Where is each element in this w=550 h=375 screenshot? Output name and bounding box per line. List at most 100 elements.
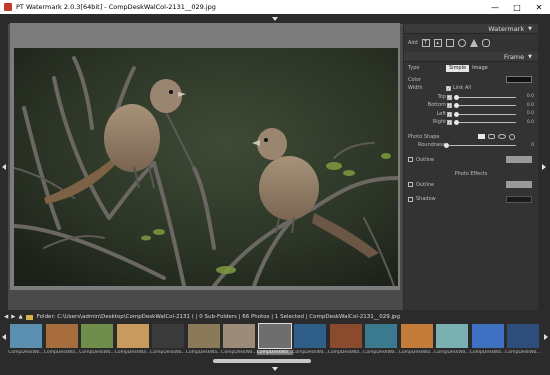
- side-label: Bottom: [427, 102, 446, 109]
- roundness-slider-track[interactable]: [448, 145, 516, 146]
- thumbnail-label: CompDeskWa...: [79, 350, 115, 355]
- roundness-value: 0: [531, 142, 534, 148]
- side-checkbox[interactable]: ✓: [447, 120, 452, 125]
- forward-arrow-icon[interactable]: ▶: [11, 314, 15, 320]
- folder-path-text: Folder: C:\Users\admin\Desktop\CompDeskW…: [36, 314, 400, 320]
- side-slider-track[interactable]: [456, 113, 516, 115]
- thumbnail[interactable]: [400, 324, 433, 348]
- thumbnail[interactable]: [223, 324, 255, 348]
- side-slider-knob[interactable]: [454, 120, 459, 125]
- thumbnail[interactable]: [471, 324, 504, 348]
- add-label: Add: [408, 40, 418, 46]
- side-checkbox[interactable]: ✓: [447, 111, 452, 117]
- shadow-color-swatch[interactable]: [506, 195, 532, 203]
- thumbnail[interactable]: [10, 324, 42, 348]
- side-value: 0.0: [526, 119, 534, 125]
- polygon-tool-icon[interactable]: [481, 39, 490, 47]
- thumbnail-label: CompDeskWa...: [398, 350, 435, 355]
- chevron-down-icon: ▼: [528, 53, 532, 60]
- birds-photo-image: [14, 48, 398, 286]
- add-tools-row: Add T ▴: [404, 34, 538, 52]
- back-arrow-icon[interactable]: ◀: [4, 314, 8, 320]
- shape-rect-icon[interactable]: [478, 134, 485, 140]
- pin-icon[interactable]: ▲: [18, 314, 22, 320]
- thumbnail[interactable]: [329, 324, 362, 348]
- type-row: Type Simple Image: [404, 64, 538, 73]
- side-slider-knob[interactable]: [454, 103, 459, 108]
- rect-tool-icon[interactable]: [445, 39, 454, 47]
- photo-effects-label: Photo Effects: [454, 171, 488, 178]
- close-icon[interactable]: ✕: [528, 0, 550, 14]
- minimize-icon[interactable]: —: [484, 0, 506, 14]
- thumbnail[interactable]: [81, 324, 113, 348]
- thumbnail[interactable]: [507, 324, 539, 348]
- chevron-down-icon: ▼: [528, 25, 532, 32]
- roundness-row: Roundness 0: [404, 141, 538, 150]
- shadow-checkbox[interactable]: [408, 196, 413, 202]
- properties-panel: Watermark ▼ Add T ▴ Frame ▼ Type Simple …: [404, 24, 538, 310]
- thumbnail-label: CompDeskWa...: [221, 350, 257, 355]
- thumbnail[interactable]: [116, 324, 149, 348]
- side-slider-track[interactable]: [456, 105, 516, 106]
- side-value: 0.0: [526, 111, 534, 117]
- maximize-icon[interactable]: □: [506, 0, 528, 14]
- thumbnail[interactable]: [45, 324, 78, 348]
- width-label: Width: [408, 85, 423, 92]
- side-slider-knob[interactable]: [454, 94, 459, 100]
- thumbnail[interactable]: [187, 324, 220, 348]
- watermark-header[interactable]: Watermark ▼: [404, 24, 538, 34]
- link-all-checkbox[interactable]: ✓: [446, 85, 451, 91]
- frame-header-label: Frame: [503, 52, 525, 61]
- frame-color-swatch[interactable]: [506, 76, 532, 84]
- shape-circle-icon[interactable]: [509, 133, 515, 140]
- thumbnail-label: CompDeskWa...: [292, 350, 328, 355]
- triangle-tool-icon[interactable]: [469, 39, 478, 47]
- outline-checkbox[interactable]: [408, 157, 413, 163]
- side-checkbox[interactable]: ✓: [447, 103, 452, 108]
- side-checkbox[interactable]: ✓: [447, 94, 452, 100]
- window-controls: — □ ✕: [484, 0, 550, 14]
- shape-rounded-icon[interactable]: [488, 134, 495, 140]
- side-slider-track[interactable]: [456, 96, 516, 98]
- app-icon: [4, 3, 12, 11]
- window-title: PT Watermark 2.0.3[64bit] - CompDeskWalC…: [16, 3, 216, 11]
- photo-effects-row: Photo Effects: [404, 170, 538, 179]
- filmstrip-scrollbar[interactable]: [8, 358, 542, 364]
- side-slider-track[interactable]: [456, 122, 516, 123]
- side-row-left: Left ✓ 0.0: [404, 110, 538, 119]
- frame-header[interactable]: Frame ▼: [404, 52, 538, 62]
- scrollbar-thumb[interactable]: [213, 359, 311, 363]
- text-tool-icon[interactable]: T: [421, 39, 430, 47]
- type-simple-toggle[interactable]: Simple: [446, 64, 470, 72]
- thumbnail[interactable]: [436, 324, 468, 348]
- thumbnail-label: CompDeskWa...: [434, 350, 470, 355]
- thumbnail-label: CompDeskWa...: [114, 350, 151, 355]
- filmstrip-right-icon[interactable]: [544, 334, 548, 340]
- side-label: Top: [437, 93, 446, 100]
- folder-icon[interactable]: [25, 314, 33, 320]
- thumbnail[interactable]: [365, 324, 397, 348]
- shadow-label: Shadow: [416, 196, 436, 203]
- outline-row: Outline: [404, 156, 538, 165]
- thumbnail[interactable]: [257, 323, 292, 349]
- shadow-row: Shadow: [404, 195, 538, 204]
- thumbnail-label: CompDeskWa...: [43, 350, 80, 355]
- thumbnail-label: CompDeskWa...: [150, 350, 186, 355]
- side-slider-knob[interactable]: [454, 111, 459, 117]
- outline-color-swatch[interactable]: [506, 156, 532, 164]
- collapse-top-icon[interactable]: [272, 17, 278, 21]
- image-tool-icon[interactable]: ▴: [433, 39, 442, 47]
- collapse-right-icon[interactable]: [542, 164, 546, 170]
- circle-tool-icon[interactable]: [457, 39, 466, 47]
- type-image-toggle[interactable]: Image: [469, 65, 491, 72]
- preview-photo: [14, 48, 398, 286]
- effects-outline-color-swatch[interactable]: [506, 181, 532, 189]
- thumbnail[interactable]: [294, 324, 326, 348]
- filmstrip-left-icon[interactable]: [2, 334, 6, 340]
- roundness-label: Roundness: [418, 142, 446, 149]
- thumbnail[interactable]: [152, 324, 184, 348]
- effects-outline-checkbox[interactable]: [408, 182, 413, 188]
- collapse-bottom-icon[interactable]: [272, 367, 278, 371]
- collapse-left-icon[interactable]: [2, 164, 6, 170]
- shape-ellipse-icon[interactable]: [498, 134, 506, 140]
